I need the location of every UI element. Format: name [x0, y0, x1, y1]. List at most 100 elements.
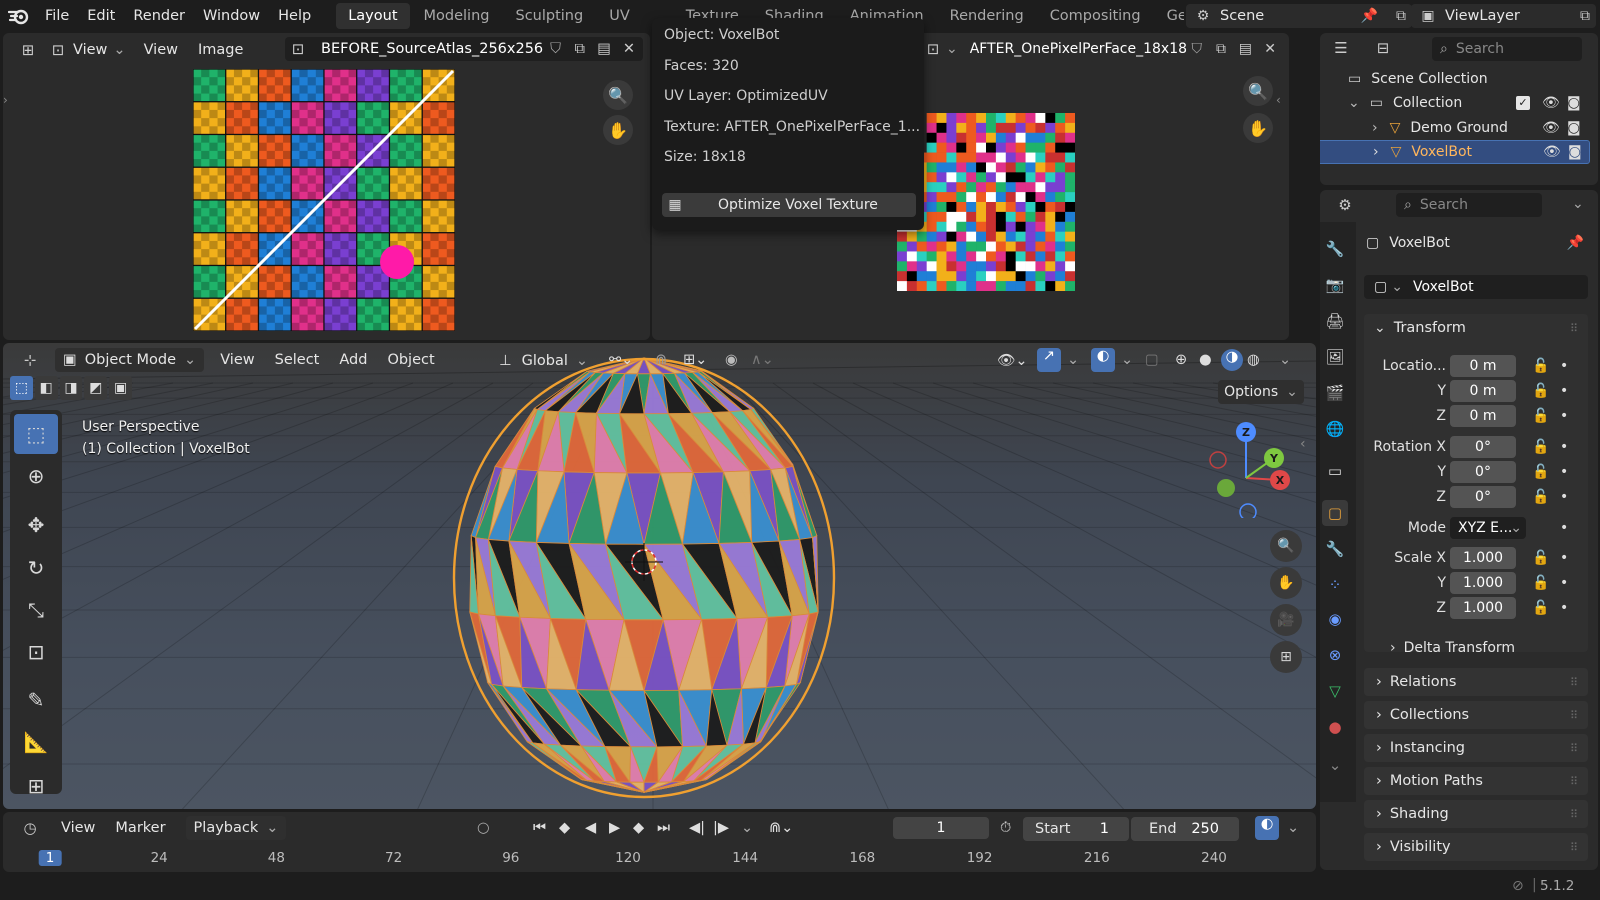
collection-tab-icon[interactable]: ▭ [1322, 458, 1348, 484]
tab-sculpting[interactable]: Sculpting [503, 3, 595, 29]
camera-view-icon[interactable]: 🎥 [1270, 604, 1302, 636]
rotation-z-field[interactable]: 0° [1450, 486, 1516, 508]
editor-type-icon[interactable]: ⊹ [17, 347, 43, 373]
tab-layout[interactable]: Layout [336, 3, 410, 29]
material-tab-icon[interactable]: ● [1322, 714, 1348, 740]
material-shading-icon[interactable]: ◑ [1221, 349, 1243, 371]
zoom-icon[interactable]: 🔍 [1243, 76, 1273, 106]
duplicate-image-icon[interactable]: ⧉ [575, 41, 585, 57]
menu-marker[interactable]: Marker [115, 820, 165, 836]
scene-collection-row[interactable]: ▭ Scene Collection [1320, 67, 1598, 91]
keyframe-dot-icon[interactable]: • [1560, 600, 1568, 616]
drag-handle-icon[interactable]: ⠿ [1570, 841, 1578, 854]
lock-icon[interactable]: 🔓 [1532, 408, 1549, 424]
drag-handle-icon[interactable]: ⠿ [1570, 676, 1578, 689]
rotation-mode-dropdown[interactable]: XYZ E... ⌄ [1450, 517, 1526, 539]
orientation-dropdown[interactable]: ⊥ Global ⌄ [499, 349, 588, 373]
chevron-down-icon[interactable]: ⌄ [741, 820, 753, 836]
eye-icon[interactable]: 👁 [1542, 95, 1560, 111]
open-image-icon[interactable]: ▤ [597, 41, 611, 57]
visibility-icon[interactable]: 👁⌄ [997, 352, 1028, 369]
rendered-shading-icon[interactable]: ◍ [1247, 352, 1260, 368]
keyframe-dot-icon[interactable]: • [1560, 439, 1568, 455]
select-subtract-icon[interactable]: ◨ [59, 376, 83, 400]
playback-dropdown[interactable]: Playback ⌄ [185, 816, 287, 840]
menu-file[interactable]: File [36, 0, 78, 32]
proportional-edit-icon[interactable]: ◉ [725, 352, 738, 368]
render-tab-icon[interactable]: 📷 [1322, 272, 1348, 298]
snap-target-icon[interactable]: ⊞⌄ [683, 352, 707, 368]
chevron-down-icon[interactable]: ⌄ [1322, 752, 1348, 778]
pivot-icon[interactable]: ⚯⌄ [609, 352, 633, 368]
view-dropdown[interactable]: View [73, 42, 107, 58]
chevron-right-icon[interactable]: › [1373, 144, 1379, 160]
annotate-tool-icon[interactable]: ✎ [12, 680, 60, 720]
chevron-down-icon[interactable]: ⌄ [1572, 196, 1584, 212]
collection-row[interactable]: ⌄ ▭ Collection ✓ 👁 ◙ [1320, 91, 1598, 115]
open-image-icon[interactable]: ▤ [1239, 41, 1252, 57]
image-selector[interactable]: ⊡ BEFORE_SourceAtlas_256x256 ⛉ ⧉ ▤ ✕ [285, 37, 643, 61]
camera-icon[interactable]: ◙ [1567, 120, 1581, 136]
voxelbot-row[interactable]: › ▽ VoxelBot 👁 ◙ [1320, 140, 1590, 164]
keyframe-dot-icon[interactable]: • [1560, 358, 1568, 374]
wireframe-shading-icon[interactable]: ⊕ [1175, 352, 1187, 368]
cursor-tool-icon[interactable]: ⊕ [12, 456, 60, 496]
zoom-icon[interactable]: 🔍 [603, 80, 633, 110]
menu-view[interactable]: View [144, 42, 178, 58]
editor-type-icon[interactable]: ⊞ [15, 37, 41, 63]
fake-user-icon[interactable]: ⛉ [1192, 41, 1203, 57]
world-tab-icon[interactable]: 🌐 [1322, 416, 1348, 442]
menu-image[interactable]: Image [198, 42, 243, 58]
chevron-down-icon[interactable]: ⌄ [1287, 820, 1299, 836]
data-tab-icon[interactable]: ▽ [1322, 678, 1348, 704]
lock-icon[interactable]: 🔓 [1532, 464, 1549, 480]
drag-handle-icon[interactable]: ⠿ [1570, 322, 1578, 335]
object-datablock-field[interactable]: ▢ ⌄ VoxelBot [1364, 275, 1588, 299]
keyframe-dot-icon[interactable]: • [1560, 520, 1568, 536]
grid-perspective-icon[interactable]: ⊞ [1270, 641, 1302, 673]
particles-tab-icon[interactable]: ⁘ [1322, 572, 1348, 598]
location-z-field[interactable]: 0 m [1450, 405, 1516, 427]
keyframe-dot-icon[interactable]: • [1560, 550, 1568, 566]
location-y-field[interactable]: 0 m [1450, 380, 1516, 402]
location-x-field[interactable]: 0 m [1450, 355, 1516, 377]
new-scene-icon[interactable]: ⧉ [1396, 8, 1406, 24]
tab-geometry-nodes[interactable]: Geom [1155, 3, 1185, 29]
pan-hand-icon[interactable]: ✋ [1270, 567, 1302, 599]
menu-render[interactable]: Render [124, 0, 194, 32]
modifier-tab-icon[interactable]: 🔧 [1322, 536, 1348, 562]
close-image-icon[interactable]: ✕ [1264, 41, 1276, 57]
pin-icon[interactable]: 📌 [1361, 8, 1378, 24]
pin-icon[interactable]: 📌 [1567, 235, 1584, 251]
add-cube-tool-icon[interactable]: ⊞ [12, 766, 60, 806]
pan-hand-icon[interactable]: ✋ [603, 115, 633, 145]
drag-handle-icon[interactable]: ⠿ [1570, 742, 1578, 755]
menu-view[interactable]: View [61, 820, 95, 836]
keyframe-dot-icon[interactable]: • [1560, 408, 1568, 424]
scene-tab-icon[interactable]: 🎬 [1322, 380, 1348, 406]
properties-search-input[interactable]: ⌕ Search [1396, 193, 1542, 217]
keyframe-dot-icon[interactable]: • [1560, 489, 1568, 505]
tool-tab-icon[interactable]: 🔧 [1322, 236, 1348, 262]
select-extend-icon[interactable]: ◧ [34, 376, 58, 400]
properties-type-icon[interactable]: ⚙ [1332, 192, 1358, 218]
eye-icon[interactable]: 👁 [1542, 120, 1560, 136]
view-layer-selector[interactable]: ▣ ViewLayer ⧉ [1411, 4, 1596, 28]
close-image-icon[interactable]: ✕ [623, 41, 635, 57]
menu-select[interactable]: Select [275, 352, 320, 368]
select-box-tool-icon[interactable]: ⬚ [14, 414, 58, 454]
sync-icon[interactable]: ◐ [1255, 816, 1279, 840]
rotation-y-field[interactable]: 0° [1450, 461, 1516, 483]
lock-icon[interactable]: 🔓 [1532, 439, 1549, 455]
duplicate-image-icon[interactable]: ⧉ [1216, 41, 1226, 57]
chevron-down-icon[interactable]: ⌄ [1348, 95, 1360, 111]
stopwatch-icon[interactable]: ⏱ [1000, 820, 1011, 836]
current-frame-field[interactable]: 1 [893, 817, 989, 839]
play-reverse-icon[interactable]: ◀ [585, 820, 596, 836]
jump-start-icon[interactable]: ⏮ [533, 820, 546, 836]
keyframe-dot-icon[interactable]: • [1560, 383, 1568, 399]
chevron-right-icon[interactable]: › [1372, 120, 1378, 136]
gizmo-toggle-icon[interactable]: ↗ [1037, 348, 1061, 372]
drag-handle-icon[interactable]: ⠿ [1570, 709, 1578, 722]
tab-modeling[interactable]: Modeling [412, 3, 502, 29]
